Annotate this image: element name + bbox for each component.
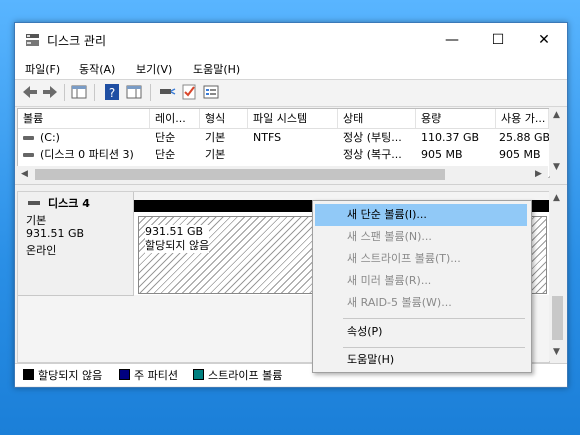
cell-capacity: 905 MB — [421, 148, 463, 161]
disk-state: 온라인 — [26, 244, 57, 257]
menu-action[interactable]: 동작(A) — [79, 61, 115, 77]
console-tree-icon[interactable] — [70, 83, 88, 101]
volume-icon — [23, 136, 34, 140]
scroll-right-icon[interactable]: ▶ — [535, 169, 542, 179]
window-title: 디스크 관리 — [47, 34, 107, 48]
unallocated-size: 931.51 GB — [145, 225, 204, 238]
close-button[interactable]: ✕ — [521, 23, 567, 57]
menu-separator — [343, 318, 525, 319]
disk-view-vertical-scrollbar[interactable]: ▲ ▼ — [549, 191, 566, 361]
connect-drive-icon[interactable] — [158, 83, 176, 101]
menu-file[interactable]: 파일(F) — [25, 61, 60, 77]
legend-swatch-unallocated — [23, 369, 34, 380]
menu-new-simple-volume[interactable]: 새 단순 볼륨(I)... — [315, 204, 527, 226]
cell-status: 정상 (부팅... — [343, 131, 402, 144]
menu-view[interactable]: 보기(V) — [136, 61, 172, 77]
cell-volume: (C:) — [40, 131, 60, 144]
maximize-button[interactable]: ☐ — [475, 23, 521, 57]
check-icon[interactable] — [180, 83, 198, 101]
help-icon[interactable]: ? — [103, 83, 121, 101]
svg-text:?: ? — [109, 86, 115, 100]
disk-icon — [28, 201, 40, 205]
menu-new-spanned-volume[interactable]: 새 스팬 볼륨(N)... — [315, 226, 527, 248]
column-free-space[interactable]: 사용 가... — [496, 109, 549, 128]
table-row[interactable]: (C:) 단순 기본 NTFS 정상 (부팅... 110.37 GB 25.8… — [18, 129, 549, 146]
menu-properties[interactable]: 속성(P) — [315, 321, 527, 343]
cell-layout: 단순 — [155, 148, 176, 161]
title-bar[interactable]: 디스크 관리 — ☐ ✕ — [15, 23, 567, 57]
cell-file-system: NTFS — [253, 131, 282, 144]
disk-type: 기본 — [26, 214, 47, 227]
back-arrow-icon[interactable] — [21, 83, 39, 101]
cell-layout: 단순 — [155, 131, 176, 144]
column-layout[interactable]: 레이... — [150, 109, 200, 128]
scroll-up-icon[interactable]: ▲ — [553, 193, 560, 203]
legend-label-unallocated: 할당되지 않음 — [38, 369, 103, 382]
menu-new-mirrored-volume[interactable]: 새 미러 볼륨(R)... — [315, 270, 527, 292]
scroll-up-icon[interactable]: ▲ — [553, 110, 560, 120]
menu-separator — [343, 347, 525, 348]
menu-new-striped-volume[interactable]: 새 스트라이프 볼륨(T)... — [315, 248, 527, 270]
toolbar: ? — [15, 79, 567, 107]
legend-label-striped: 스트라이프 볼륨 — [208, 369, 283, 382]
cell-volume: (디스크 0 파티션 3) — [40, 148, 134, 161]
pane-splitter[interactable] — [15, 184, 567, 191]
cell-type: 기본 — [205, 131, 226, 144]
toolbar-separator — [150, 84, 151, 101]
horizontal-scroll-thumb[interactable] — [35, 169, 445, 180]
scroll-left-icon[interactable]: ◀ — [21, 169, 28, 179]
column-status[interactable]: 상태 — [338, 109, 416, 128]
cell-status: 정상 (복구... — [343, 148, 402, 161]
menu-new-raid5-volume[interactable]: 새 RAID-5 볼륨(W)... — [315, 292, 527, 314]
forward-arrow-icon[interactable] — [41, 83, 59, 101]
menu-bar: 파일(F) 동작(A) 보기(V) 도움말(H) — [15, 57, 567, 79]
cell-capacity: 110.37 GB — [421, 131, 480, 144]
column-volume[interactable]: 볼륨 — [18, 109, 150, 128]
column-file-system[interactable]: 파일 시스템 — [248, 109, 338, 128]
cell-type: 기본 — [205, 148, 226, 161]
scroll-down-icon[interactable]: ▼ — [553, 162, 560, 172]
disk-management-icon — [26, 34, 39, 46]
scroll-down-icon[interactable]: ▼ — [553, 347, 560, 357]
toolbar-separator — [64, 84, 65, 101]
menu-help-item[interactable]: 도움말(H) — [315, 349, 527, 371]
volume-list-horizontal-scrollbar[interactable]: ◀ ▶ — [17, 166, 548, 183]
context-menu: 새 단순 볼륨(I)... 새 스팬 볼륨(N)... 새 스트라이프 볼륨(T… — [312, 200, 532, 373]
properties-icon[interactable] — [202, 83, 220, 101]
volume-icon — [23, 153, 34, 157]
disk-4-label[interactable]: 디스크 4 기본 931.51 GB 온라인 — [18, 192, 134, 296]
toolbar-separator — [94, 84, 95, 101]
legend-label-primary: 주 파티션 — [134, 369, 178, 382]
vertical-scroll-thumb[interactable] — [552, 296, 563, 340]
minimize-button[interactable]: — — [429, 23, 475, 57]
volume-list-header: 볼륨 레이... 형식 파일 시스템 상태 용량 사용 가... — [18, 109, 549, 129]
column-capacity[interactable]: 용량 — [416, 109, 496, 128]
legend-swatch-primary — [119, 369, 130, 380]
volume-list-vertical-scrollbar[interactable]: ▲ ▼ — [549, 108, 566, 176]
cell-free-space: 25.88 GB — [499, 131, 550, 144]
show-hide-pane-icon[interactable] — [125, 83, 143, 101]
table-row[interactable]: (디스크 0 파티션 3) 단순 기본 정상 (복구... 905 MB 905… — [18, 146, 549, 163]
cell-free-space: 905 MB — [499, 148, 541, 161]
unallocated-info: 931.51 GB 할당되지 않음 — [145, 225, 210, 253]
disk-size: 931.51 GB — [26, 227, 85, 240]
menu-help[interactable]: 도움말(H) — [193, 61, 240, 77]
unallocated-status: 할당되지 않음 — [145, 239, 210, 252]
disk-name: 디스크 4 — [48, 197, 90, 210]
legend-swatch-striped — [193, 369, 204, 380]
column-type[interactable]: 형식 — [200, 109, 248, 128]
